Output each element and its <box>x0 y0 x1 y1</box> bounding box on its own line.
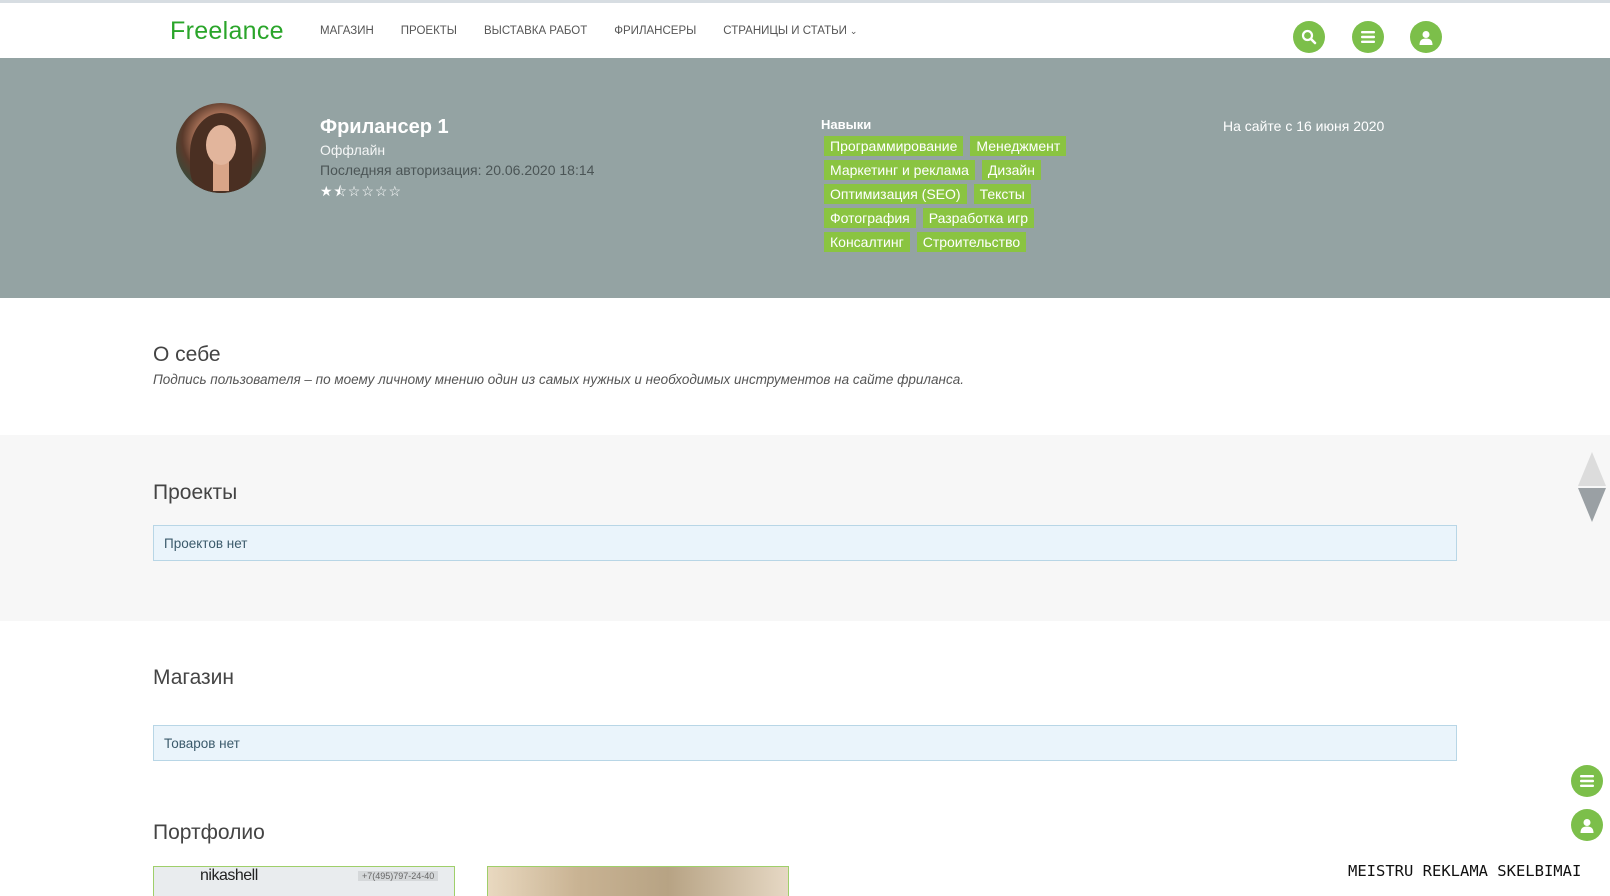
user-icon <box>1419 30 1433 45</box>
profile-status: Оффлайн <box>320 142 386 158</box>
projects-title: Проекты <box>153 481 238 504</box>
shop-title: Магазин <box>153 666 235 689</box>
floating-user-button[interactable] <box>1571 809 1603 841</box>
shop-section: Магазин Товаров нет Портфолио <box>0 621 1610 890</box>
skill-tag[interactable]: Дизайн <box>981 160 1041 180</box>
about-title: О себе <box>153 343 221 366</box>
portfolio-title: Портфолио <box>153 821 265 844</box>
search-button[interactable] <box>1293 21 1325 53</box>
last-login: Последняя авторизация: 20.06.2020 18:14 <box>320 162 595 178</box>
user-icon <box>1580 818 1594 833</box>
scroll-down-arrow[interactable] <box>1578 488 1606 522</box>
skill-tag[interactable]: Менеджмент <box>970 136 1067 156</box>
nav-shop[interactable]: МАГАЗИН <box>320 25 374 37</box>
rating-stars: ★⯪☆☆☆☆ <box>320 183 403 199</box>
portfolio-item[interactable] <box>487 866 789 896</box>
profile-name: Фрилансер 1 <box>320 116 449 138</box>
skill-tag[interactable]: Маркетинг и реклама <box>824 160 975 180</box>
projects-empty-notice: Проектов нет <box>153 525 1457 561</box>
menu-button[interactable] <box>1352 21 1384 53</box>
about-text: Подпись пользователя – по моему личному … <box>153 372 964 387</box>
member-since: На сайте с 16 июня 2020 <box>1223 118 1385 134</box>
chevron-down-icon: ⌄ <box>849 26 858 36</box>
shop-empty-notice: Товаров нет <box>153 725 1457 761</box>
skills-title: Навыки <box>821 117 872 132</box>
skill-tag[interactable]: Разработка игр <box>922 208 1034 228</box>
floating-menu-button[interactable] <box>1571 765 1603 797</box>
site-logo[interactable]: Freelance <box>170 17 284 46</box>
profile-banner: Фрилансер 1 Оффлайн Последняя авторизаци… <box>0 58 1610 298</box>
skills-list: Программирование Менеджмент Маркетинг и … <box>821 136 1091 256</box>
skill-tag[interactable]: Тексты <box>973 184 1031 204</box>
nav-pages-articles-label: СТРАНИЦЫ И СТАТЬИ <box>723 25 847 37</box>
nav-showcase[interactable]: ВЫСТАВКА РАБОТ <box>484 25 587 37</box>
user-button[interactable] <box>1410 21 1442 53</box>
search-icon <box>1301 29 1317 45</box>
skill-tag[interactable]: Оптимизация (SEO) <box>824 184 967 204</box>
scroll-up-arrow[interactable] <box>1578 452 1606 486</box>
skill-tag[interactable]: Фотография <box>824 208 916 228</box>
portfolio-item[interactable]: nikashell +7(495)797-24-40 <box>153 866 455 896</box>
about-section: О себе <box>0 298 1610 435</box>
main-nav: МАГАЗИН ПРОЕКТЫ ВЫСТАВКА РАБОТ ФРИЛАНСЕР… <box>320 25 884 37</box>
skill-tag[interactable]: Программирование <box>824 136 964 156</box>
portfolio-item-phone: +7(495)797-24-40 <box>358 871 439 881</box>
menu-icon <box>1580 775 1594 787</box>
skill-tag[interactable]: Строительство <box>916 232 1027 252</box>
portfolio-item-brand: nikashell <box>200 867 258 884</box>
ad-text[interactable]: MEISTRU REKLAMA SKELBIMAI <box>1348 862 1581 880</box>
projects-section: Проекты Проектов нет <box>0 435 1610 621</box>
site-header: Freelance МАГАЗИН ПРОЕКТЫ ВЫСТАВКА РАБОТ… <box>0 3 1610 58</box>
nav-freelancers[interactable]: ФРИЛАНСЕРЫ <box>614 25 696 37</box>
avatar <box>176 103 266 193</box>
nav-projects[interactable]: ПРОЕКТЫ <box>401 25 457 37</box>
skill-tag[interactable]: Консалтинг <box>824 232 910 252</box>
nav-pages-articles[interactable]: СТРАНИЦЫ И СТАТЬИ ⌄ <box>723 25 857 37</box>
menu-icon <box>1361 31 1375 43</box>
